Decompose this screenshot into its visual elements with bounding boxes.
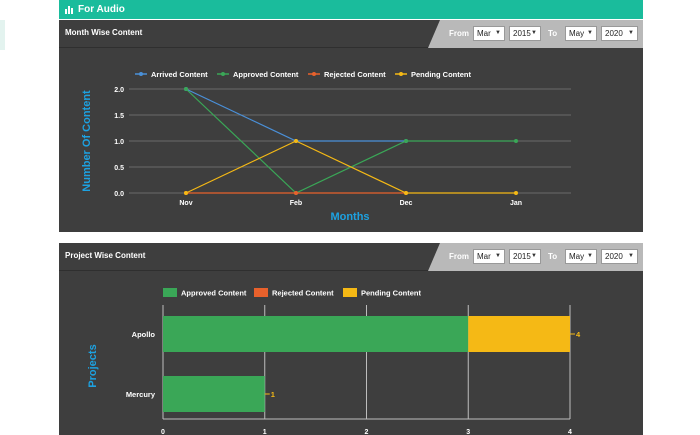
month-panel-title: Month Wise Content [65, 28, 143, 37]
legend-marker [139, 72, 143, 76]
project-panel-header: Project Wise Content From Mar ▼ 2015 ▼ To … [59, 243, 643, 271]
bar-chart-icon [65, 5, 74, 14]
legend-label: Approved Content [181, 289, 247, 298]
y-axis-title: Number Of Content [81, 90, 93, 192]
data-point [294, 191, 298, 195]
x-tick-label: Feb [290, 200, 302, 207]
project-date-filter: From Mar ▼ 2015 ▼ To May ▼ 2020 ▼ [428, 243, 643, 271]
to-label: To [548, 252, 558, 261]
chevron-down-icon: ▼ [587, 30, 593, 36]
from-month-select[interactable]: Mar ▼ [473, 249, 505, 264]
y-tick-label: 0.5 [114, 165, 124, 172]
legend-label: Pending Content [411, 70, 471, 79]
legend-marker [221, 72, 225, 76]
x-tick-label: 2 [365, 429, 369, 435]
data-point [294, 139, 298, 143]
project-panel-title: Project Wise Content [65, 251, 146, 260]
x-tick-label: Dec [400, 200, 413, 207]
left-accent-strip [0, 20, 5, 50]
y-tick-label: 0.0 [114, 191, 124, 198]
y-tick-label: 2.0 [114, 87, 124, 94]
from-label: From [449, 29, 469, 38]
x-tick-label: 4 [568, 429, 572, 435]
chevron-down-icon: ▼ [587, 253, 593, 259]
chevron-down-icon: ▼ [495, 30, 501, 36]
month-panel-header: Month Wise Content From Mar ▼ 2015 ▼ To Ma… [59, 20, 643, 48]
bar-segment [163, 376, 265, 412]
x-tick-label: Nov [179, 200, 192, 207]
x-axis-title: Months [330, 211, 369, 223]
data-point [514, 139, 518, 143]
from-month-select[interactable]: Mar ▼ [473, 26, 505, 41]
data-point [404, 191, 408, 195]
bar-segment [468, 316, 570, 352]
from-label: From [449, 252, 469, 261]
x-tick-label: 1 [263, 429, 267, 435]
chevron-down-icon: ▼ [531, 30, 537, 36]
to-year-select[interactable]: 2020 ▼ [601, 26, 638, 41]
category-label: Mercury [126, 390, 156, 399]
month-line-chart: 0.0 0.5 1.0 1.5 2.0 Nov Feb Dec Jan Months Number … [81, 70, 571, 223]
section-title: For Audio [78, 4, 125, 15]
chevron-down-icon: ▼ [495, 253, 501, 259]
category-label: Apollo [132, 330, 156, 339]
data-point [404, 139, 408, 143]
app-stage: For Audio Month Wise Content From Mar ▼ 2… [0, 0, 700, 435]
data-point [184, 87, 188, 91]
to-month-select[interactable]: May ▼ [565, 249, 597, 264]
legend-label: Rejected Content [272, 289, 334, 298]
legend-marker [399, 72, 403, 76]
total-label: 1 [271, 390, 275, 399]
from-year-select[interactable]: 2015 ▼ [509, 26, 541, 41]
x-tick-label: 3 [466, 429, 470, 435]
legend-label: Approved Content [233, 70, 299, 79]
legend-swatch [343, 288, 357, 297]
y-tick-label: 1.5 [114, 113, 124, 120]
chevron-down-icon: ▼ [531, 253, 537, 259]
total-label: 4 [576, 330, 581, 339]
legend-swatch [254, 288, 268, 297]
legend-swatch [163, 288, 177, 297]
bar-segment [163, 316, 469, 352]
from-year-select[interactable]: 2015 ▼ [509, 249, 541, 264]
x-tick-label: 0 [161, 429, 165, 435]
x-tick-label: Jan [510, 200, 522, 207]
month-date-filter: From Mar ▼ 2015 ▼ To May ▼ 2020 ▼ [428, 20, 643, 48]
chevron-down-icon: ▼ [628, 253, 634, 259]
section-header: For Audio [59, 0, 643, 19]
legend-marker [312, 72, 316, 76]
to-year-select[interactable]: 2020 ▼ [601, 249, 638, 264]
to-label: To [548, 29, 558, 38]
data-point [184, 191, 188, 195]
y-axis-title: Projects [87, 344, 99, 387]
month-wise-panel: Month Wise Content From Mar ▼ 2015 ▼ To Ma… [59, 20, 643, 232]
chevron-down-icon: ▼ [628, 30, 634, 36]
legend-label: Pending Content [361, 289, 421, 298]
y-tick-label: 1.0 [114, 139, 124, 146]
project-bar-chart: 0 1 2 3 4 Projects Approved Content Rejected Co… [87, 288, 581, 435]
legend-label: Arrived Content [151, 70, 208, 79]
data-point [514, 191, 518, 195]
legend-label: Rejected Content [324, 70, 386, 79]
project-wise-panel: Project Wise Content From Mar ▼ 2015 ▼ To … [59, 243, 643, 435]
to-month-select[interactable]: May ▼ [565, 26, 597, 41]
